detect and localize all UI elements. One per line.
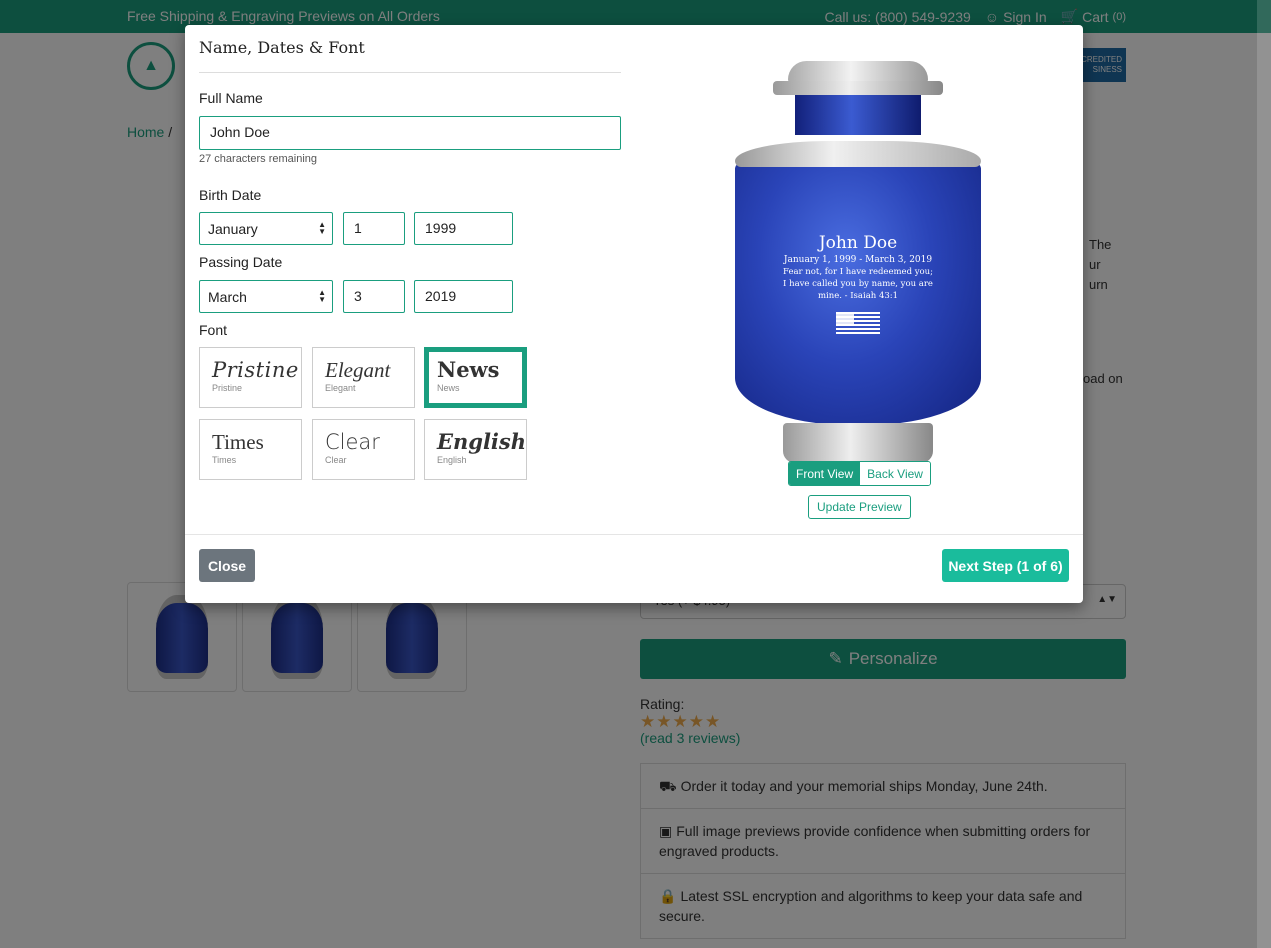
birth-month-select[interactable]: January ▲ ▼ [199,212,333,245]
font-name: News [437,383,460,393]
select-caret-icon: ▲▼ [318,220,326,236]
back-view-button[interactable]: Back View [860,462,930,485]
urn-shoulder-band [735,141,981,167]
font-option-elegant[interactable]: Elegant Elegant [312,347,415,408]
font-name: Elegant [325,383,356,393]
characters-remaining: 27 characters remaining [199,153,318,165]
font-option-times[interactable]: Times Times [199,419,302,480]
font-name: English [437,455,467,465]
full-name-input[interactable]: John Doe [199,116,621,150]
font-name: Times [212,455,237,465]
font-sample: News [437,357,500,382]
modal-title: Name, Dates & Font [199,38,365,57]
footer-divider [185,534,1083,535]
font-label: Font [199,322,228,338]
font-sample: Pristine [212,358,299,382]
urn-lid [788,61,928,83]
engraved-dates: January 1, 1999 - March 3, 2019 [783,255,933,265]
font-sample: Clear [325,430,380,454]
font-option-news[interactable]: News News [424,347,527,408]
birth-year-input[interactable]: 1999 [414,212,513,245]
urn-neck [795,95,921,135]
close-button[interactable]: Close [199,549,255,582]
passing-year-input[interactable]: 2019 [414,280,513,313]
font-name: Pristine [212,383,243,393]
birth-day-input[interactable]: 1 [343,212,405,245]
font-name: Clear [325,455,347,465]
birth-date-label: Birth Date [199,187,262,203]
engraved-name: John Doe [818,233,898,253]
engraving-preview: John Doe January 1, 1999 - March 3, 2019… [733,57,983,469]
update-preview-button[interactable]: Update Preview [808,495,911,519]
urn-base [783,423,933,463]
scrollbar[interactable] [1257,0,1271,948]
passing-day-input[interactable]: 3 [343,280,405,313]
font-sample: Times [212,430,264,454]
full-name-label: Full Name [199,90,263,106]
title-divider [199,72,621,73]
american-flag-icon [836,312,880,336]
urn-lid-band [773,81,943,95]
passing-month-select[interactable]: March ▲ ▼ [199,280,333,313]
font-sample: English [437,429,527,454]
font-option-pristine[interactable]: Pristine Pristine [199,347,302,408]
passing-month-value: March [208,289,247,305]
engraving-text: John Doe January 1, 1999 - March 3, 2019… [735,233,981,336]
font-sample: Elegant [325,358,391,382]
front-view-button[interactable]: Front View [789,462,861,485]
passing-date-label: Passing Date [199,254,283,270]
select-caret-icon: ▲▼ [318,288,326,304]
next-step-button[interactable]: Next Step (1 of 6) [942,549,1069,582]
font-option-clear[interactable]: Clear Clear [312,419,415,480]
birth-month-value: January [208,221,258,237]
engraved-verse: Fear not, for I have redeemed you; I hav… [783,267,933,301]
personalize-modal: Name, Dates & Font Full Name John Doe 27… [185,25,1083,603]
view-toggle: Front View Back View [788,461,931,486]
font-options: Pristine Pristine Elegant Elegant News N… [199,347,527,480]
font-option-english[interactable]: English English [424,419,527,480]
